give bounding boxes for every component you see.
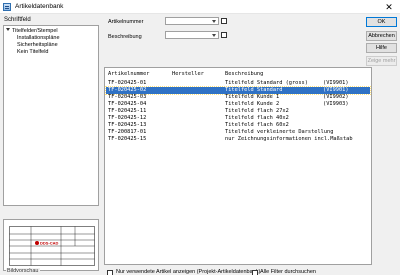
search-all-filters-checkbox[interactable]: [252, 270, 258, 275]
article-number-filter-checkbox[interactable]: [221, 18, 227, 24]
column-header-article-number[interactable]: Artikelnummer: [108, 71, 149, 77]
ok-button[interactable]: OK: [366, 17, 397, 27]
column-header-description[interactable]: Beschreibung: [225, 71, 263, 77]
description: Titelfeld Kunde 2: [225, 101, 280, 107]
article-number: TF-020425-11: [108, 108, 147, 114]
show-more-button[interactable]: Zeige mehr: [366, 56, 397, 66]
description-label: Beschreibung: [108, 34, 142, 40]
list-item[interactable]: TF-020425-01 Titelfeld Standard (gross) …: [106, 80, 370, 87]
article-number: TF-020425-13: [108, 122, 147, 128]
description-filter-checkbox[interactable]: [221, 32, 227, 38]
close-icon[interactable]: ✕: [384, 1, 394, 13]
description: Titelfeld flach 60x2: [225, 122, 289, 128]
tree-node-titelfelder[interactable]: Titelfelder/Stempel: [6, 28, 58, 35]
window-title: Artikeldatenbank: [15, 3, 64, 10]
article-code: (VI9901): [323, 87, 349, 93]
title-bar: Artikeldatenbank ✕: [0, 0, 400, 14]
list-item[interactable]: TF-020425-04 Titelfeld Kunde 2 (VI9903): [106, 101, 370, 108]
search-all-filters-label: Alle Filter durchsuchen: [260, 269, 316, 275]
article-code: (VI9903): [323, 101, 349, 107]
chevron-down-icon[interactable]: [212, 34, 216, 37]
article-number: TF-020425-02: [108, 87, 147, 93]
dds-cad-logo: DDS-CAD: [40, 241, 59, 246]
description: Titelfeld verkleinerte Darstellung: [225, 129, 334, 135]
dialog-body: Schriftfeld Titelfelder/Stempel Installa…: [0, 14, 400, 275]
tree-node-installationsplaene[interactable]: Installationspläne: [17, 35, 60, 42]
article-number-combo[interactable]: [165, 17, 219, 25]
database-icon: [3, 2, 11, 11]
help-button[interactable]: Hilfe: [366, 43, 397, 53]
cancel-button[interactable]: Abbrechen: [366, 31, 397, 41]
chevron-down-icon[interactable]: [212, 20, 216, 23]
description: Titelfeld Kunde 1: [225, 94, 280, 100]
article-number: TF-200817-01: [108, 129, 147, 135]
article-number: TF-020425-15: [108, 136, 147, 142]
article-code: (VI9902): [323, 94, 349, 100]
expand-caret-icon[interactable]: [6, 28, 10, 31]
description: Titelfeld flach 27x2: [225, 108, 289, 114]
article-number: TF-020425-01: [108, 80, 147, 86]
list-item[interactable]: TF-020425-11 Titelfeld flach 27x2: [106, 108, 370, 115]
list-item[interactable]: TF-200817-01 Titelfeld verkleinerte Dars…: [106, 129, 370, 136]
article-code: (VI9901): [323, 80, 349, 86]
preview-label: Bildvorschau: [6, 268, 40, 274]
tree-panel-label: Schriftfeld: [4, 17, 31, 23]
article-number: TF-020425-04: [108, 101, 147, 107]
description: Titelfeld flach 40x2: [225, 115, 289, 121]
list-item[interactable]: TF-020425-13 Titelfeld flach 60x2: [106, 122, 370, 129]
only-used-articles-checkbox[interactable]: [107, 270, 113, 275]
tree-node-sicherheitsplaene[interactable]: Sicherheitspläne: [17, 42, 58, 49]
tree-node-label: Titelfelder/Stempel: [12, 28, 58, 34]
description: nur Zeichnungsinformationen incl.Maßstab: [225, 136, 353, 142]
description: Titelfeld Standard (gross): [225, 80, 308, 86]
column-header-manufacturer[interactable]: Hersteller: [172, 71, 204, 77]
image-preview: DDS-CAD: [3, 219, 99, 271]
only-used-articles-label: Nur verwendete Artikel anzeigen (Projekt…: [116, 269, 261, 275]
title-block-drawing: DDS-CAD: [9, 226, 95, 266]
list-item[interactable]: TF-020425-12 Titelfeld flach 40x2: [106, 115, 370, 122]
description: Titelfeld Standard: [225, 87, 283, 93]
description-combo[interactable]: [165, 31, 219, 39]
list-item[interactable]: TF-020425-03 Titelfeld Kunde 1 (VI9902): [106, 94, 370, 101]
list-item[interactable]: TF-020425-15 nur Zeichnungsinformationen…: [106, 136, 370, 143]
article-number: TF-020425-03: [108, 94, 147, 100]
article-number: TF-020425-12: [108, 115, 147, 121]
article-list[interactable]: Artikelnummer Hersteller Beschreibung TF…: [104, 67, 372, 265]
article-number-label: Artikelnummer: [108, 19, 144, 25]
title-block-tree[interactable]: Titelfelder/Stempel Installationspläne S…: [3, 25, 99, 206]
list-item-selected[interactable]: TF-020425-02 Titelfeld Standard (VI9901): [105, 86, 371, 95]
tree-node-kein-titelfeld[interactable]: Kein Titelfeld: [17, 49, 49, 56]
